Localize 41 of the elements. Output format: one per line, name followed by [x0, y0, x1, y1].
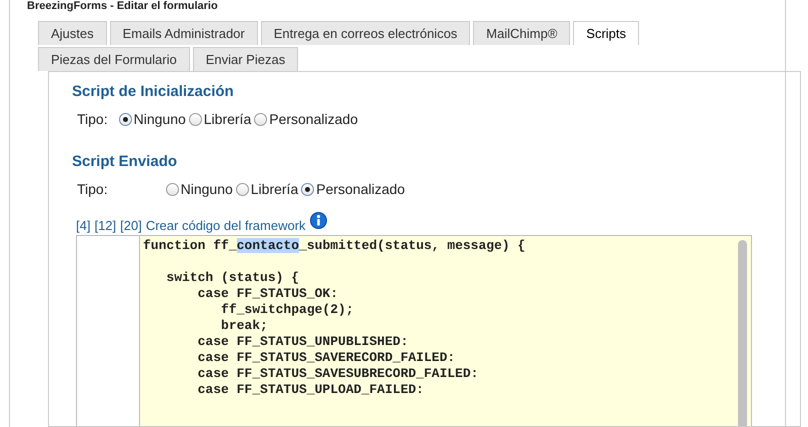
radio-label[interactable]: Ninguno [134, 108, 186, 130]
code-link[interactable]: [4] [76, 216, 90, 235]
code-line: ff_switchpage(2); [220, 302, 355, 318]
type-label: Tipo: [77, 180, 108, 199]
radio-button[interactable] [301, 182, 314, 196]
radio-label[interactable]: Ninguno [180, 178, 233, 200]
radio-label[interactable]: Personalizado [316, 178, 405, 200]
code-line: case FF_STATUS_UPLOAD_FAILED: [196, 382, 425, 398]
radio-label[interactable]: Personalizado [269, 108, 358, 130]
section-title: Script Enviado [72, 152, 178, 172]
radio-label[interactable]: Librería [204, 108, 252, 130]
scrollbar-thumb[interactable] [738, 240, 747, 426]
code-line: switch (status) { [165, 270, 300, 286]
code-line: case FF_STATUS_SAVESUBRECORD_FAILED: [196, 366, 480, 382]
selected-text: contacto [236, 238, 300, 253]
tab[interactable]: Ajustes [38, 21, 107, 45]
code-line: break; [220, 318, 269, 334]
tab[interactable]: Emails Administrador [110, 21, 258, 45]
tab[interactable]: Piezas del Formulario [38, 47, 190, 71]
radio-button[interactable] [236, 182, 249, 196]
tab[interactable]: Scripts [573, 21, 640, 45]
radio-button[interactable] [118, 112, 132, 126]
radio-button[interactable] [166, 182, 179, 196]
tab[interactable]: Enviar Piezas [192, 47, 298, 71]
code-link[interactable]: [20] [120, 216, 142, 235]
page-title: BreezingForms - Editar el formulario [27, 0, 218, 13]
radio-button[interactable] [188, 112, 202, 126]
info-icon[interactable] [310, 212, 327, 229]
tab[interactable]: Entrega en correos electrónicos [260, 21, 470, 45]
code-line: case FF_STATUS_SAVERECORD_FAILED: [196, 350, 456, 366]
code-editor[interactable] [76, 235, 752, 426]
code-line: case FF_STATUS_OK: [196, 286, 340, 302]
code-link[interactable]: Crear código del framework [146, 216, 306, 235]
radio-button[interactable] [254, 112, 268, 126]
tab[interactable]: MailChimp® [473, 21, 570, 45]
code-line: case FF_STATUS_UNPUBLISHED: [196, 334, 410, 350]
code-link[interactable]: [12] [94, 216, 116, 235]
section-title: Script de Inicialización [72, 82, 235, 102]
radio-label[interactable]: Librería [250, 178, 298, 200]
code-line: function ff_contacto_submitted(status, message) { [143, 238, 526, 254]
type-label: Tipo: [77, 110, 108, 129]
